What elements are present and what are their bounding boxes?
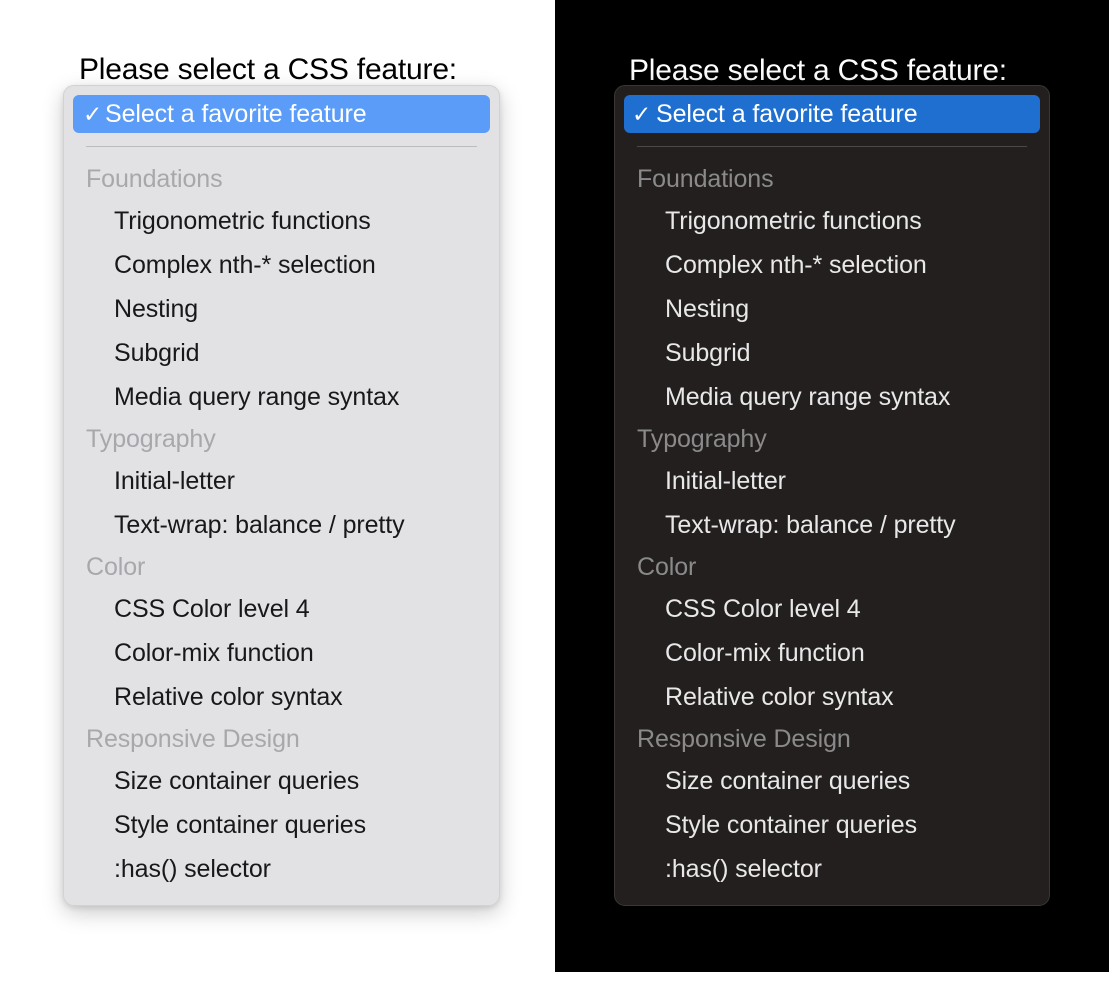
option-item[interactable]: Color-mix function <box>615 631 1049 675</box>
option-group-label: Responsive Design <box>86 725 300 753</box>
option-group-label: Typography <box>637 425 767 453</box>
option-item[interactable]: Subgrid <box>64 331 499 375</box>
option-group-label: Foundations <box>86 165 223 193</box>
option-item[interactable]: Style container queries <box>615 803 1049 847</box>
option-item[interactable]: CSS Color level 4 <box>64 587 499 631</box>
option-item[interactable]: Trigonometric functions <box>615 199 1049 243</box>
menu-separator <box>86 146 477 147</box>
option-item[interactable]: Size container queries <box>615 759 1049 803</box>
option-item[interactable]: Complex nth-* selection <box>615 243 1049 287</box>
option-item[interactable]: Text-wrap: balance / pretty <box>615 503 1049 547</box>
selected-option-label: Select a favorite feature <box>105 99 367 128</box>
option-item[interactable]: Trigonometric functions <box>64 199 499 243</box>
option-item[interactable]: Relative color syntax <box>64 675 499 719</box>
option-item[interactable]: Style container queries <box>64 803 499 847</box>
option-item[interactable]: CSS Color level 4 <box>615 587 1049 631</box>
checkmark-icon: ✓ <box>632 100 652 127</box>
option-item[interactable]: Media query range syntax <box>64 375 499 419</box>
option-group-label: Color <box>86 553 146 581</box>
page-title: Please select a CSS feature: <box>79 53 457 86</box>
option-item[interactable]: Complex nth-* selection <box>64 243 499 287</box>
option-item[interactable]: :has() selector <box>64 847 499 891</box>
selected-option-row[interactable]: ✓ Select a favorite feature <box>624 95 1040 133</box>
option-group-label: Color <box>637 553 697 581</box>
option-item[interactable]: Subgrid <box>615 331 1049 375</box>
selected-option-label: Select a favorite feature <box>656 99 918 128</box>
option-item[interactable]: Media query range syntax <box>615 375 1049 419</box>
option-item[interactable]: Text-wrap: balance / pretty <box>64 503 499 547</box>
option-item[interactable]: Nesting <box>615 287 1049 331</box>
light-theme-pane: Please select a CSS feature: ✓ Select a … <box>0 0 555 982</box>
select-dropdown-popup-light[interactable]: ✓ Select a favorite feature Foundations T… <box>63 85 500 906</box>
checkmark-icon: ✓ <box>83 100 103 127</box>
option-item[interactable]: Size container queries <box>64 759 499 803</box>
option-group-label: Typography <box>86 425 216 453</box>
option-item[interactable]: Nesting <box>64 287 499 331</box>
option-group-list-light: Foundations Trigonometric functions Comple… <box>64 159 499 891</box>
option-item[interactable]: Initial-letter <box>615 459 1049 503</box>
option-group-label: Foundations <box>637 165 774 193</box>
option-item[interactable]: :has() selector <box>615 847 1049 891</box>
dark-theme-pane: Please select a CSS feature: ✓ Select a … <box>555 0 1109 972</box>
select-dropdown-popup-dark[interactable]: ✓ Select a favorite feature Foundations T… <box>614 85 1050 906</box>
page-title: Please select a CSS feature: <box>629 54 1007 87</box>
option-group-label: Responsive Design <box>637 725 851 753</box>
option-group-list-dark: Foundations Trigonometric functions Comple… <box>615 159 1049 891</box>
option-item[interactable]: Initial-letter <box>64 459 499 503</box>
option-item[interactable]: Color-mix function <box>64 631 499 675</box>
menu-separator <box>637 146 1027 147</box>
option-item[interactable]: Relative color syntax <box>615 675 1049 719</box>
selected-option-row[interactable]: ✓ Select a favorite feature <box>73 95 490 133</box>
